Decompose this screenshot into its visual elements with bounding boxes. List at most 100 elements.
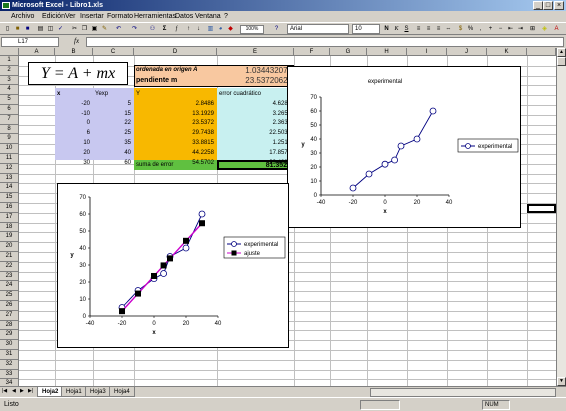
merge-center-icon[interactable]: ⇔ (444, 25, 453, 34)
row-header[interactable]: 1 (0, 56, 19, 66)
column-header[interactable]: G (330, 48, 367, 56)
column-header[interactable]: B (55, 48, 93, 56)
row-header[interactable]: 9 (0, 134, 19, 145)
table-cell[interactable]: 44.2258 (135, 149, 215, 158)
worksheet-grid[interactable]: A B C D E F G H I J K 1 2 3 4 5 6 7 8 9 10 11 12 13 1… (0, 48, 556, 386)
menu-datos[interactable]: Datos (175, 11, 193, 22)
font-select[interactable]: Arial (287, 24, 349, 34)
function-icon[interactable]: fx (74, 37, 79, 45)
formula-input[interactable] (86, 37, 564, 47)
prev-sheet-icon[interactable]: ◀ (12, 388, 16, 394)
row-header[interactable]: 33 (0, 369, 19, 380)
row-header[interactable]: 19 (0, 232, 19, 243)
table-header[interactable]: x (56, 90, 92, 99)
table-header[interactable]: error cuadrático (218, 90, 293, 99)
print-preview-icon[interactable]: ◫ (46, 25, 55, 34)
new-icon[interactable]: ▯ (3, 25, 12, 34)
menu-ver[interactable]: Ver (65, 11, 76, 22)
equation-box[interactable]: Y = A + mx (28, 62, 128, 85)
horizontal-scrollbar[interactable] (370, 388, 556, 397)
row-header[interactable]: 20 (0, 242, 19, 252)
last-sheet-icon[interactable]: ▶| (28, 388, 33, 394)
column-header[interactable]: H (367, 48, 407, 56)
column-header[interactable]: I (407, 48, 447, 56)
sort-desc-icon[interactable]: ↓ (194, 25, 203, 34)
name-box[interactable]: L17 (1, 37, 59, 47)
sort-asc-icon[interactable]: ↑ (184, 25, 193, 34)
table-cell[interactable]: 22.5036 (218, 129, 292, 138)
menu-edicion[interactable]: Edición (42, 11, 65, 22)
table-cell[interactable]: 0 (56, 119, 91, 128)
next-sheet-icon[interactable]: ▶ (20, 388, 24, 394)
column-header[interactable]: D (134, 48, 217, 56)
column-header[interactable]: C (93, 48, 134, 56)
table-cell[interactable]: 6 (56, 129, 91, 138)
font-color-icon[interactable]: A (552, 25, 561, 34)
table-cell[interactable]: 17.8578 (218, 149, 292, 158)
underline-icon[interactable]: S (402, 25, 411, 34)
tab-hoja4[interactable]: Hoja4 (109, 387, 135, 397)
table-cell[interactable]: 23.5372 (135, 119, 215, 128)
row-header[interactable]: 28 (0, 320, 19, 331)
save-icon[interactable]: ■ (23, 25, 32, 34)
chart-fit[interactable]: 0 10 20 30 40 50 60 70 -40 -20 0 20 40 x y experimental… (57, 183, 289, 348)
tab-hoja3[interactable]: Hoja3 (85, 387, 111, 397)
table-cell[interactable]: 13.1929 (135, 110, 215, 119)
borders-icon[interactable]: ⊞ (528, 25, 537, 34)
table-cell[interactable]: 35 (94, 139, 132, 148)
bold-icon[interactable]: N (382, 25, 391, 34)
percent-icon[interactable]: % (466, 25, 475, 34)
chart-experimental[interactable]: experimental 0 10 20 30 40 50 60 70 -40 -20 0 20 40 x y… (287, 66, 521, 228)
menu-formato[interactable]: Formato (107, 11, 133, 22)
table-cell[interactable]: 10 (56, 139, 91, 148)
help-icon[interactable]: ? (272, 25, 281, 34)
drawing-icon[interactable]: ◆ (226, 25, 235, 34)
table-cell[interactable]: 20 (56, 149, 91, 158)
increase-indent-icon[interactable]: ⇥ (516, 25, 525, 34)
row-header[interactable]: 15 (0, 193, 19, 203)
row-header[interactable]: 5 (0, 95, 19, 105)
chart-wizard-icon[interactable]: ▥ (206, 25, 215, 34)
slope-value[interactable]: 23.53720626 (217, 76, 293, 85)
row-header[interactable]: 16 (0, 203, 19, 213)
currency-icon[interactable]: $ (456, 25, 465, 34)
tab-hoja1[interactable]: Hoja1 (61, 387, 87, 397)
row-header[interactable]: 34 (0, 379, 19, 386)
select-all-corner[interactable] (0, 48, 19, 56)
cut-icon[interactable]: ✂ (70, 25, 79, 34)
table-cell[interactable]: 33.8815 (135, 139, 215, 148)
column-header[interactable] (527, 48, 556, 56)
hyperlink-icon[interactable]: ⚇ (148, 25, 157, 34)
row-header[interactable]: 6 (0, 105, 19, 115)
row-header[interactable]: 27 (0, 310, 19, 321)
scroll-up-icon[interactable]: ▲ (557, 48, 566, 57)
function-icon[interactable]: f (172, 25, 181, 34)
first-sheet-icon[interactable]: |◀ (2, 388, 7, 394)
row-header[interactable]: 2 (0, 65, 19, 76)
menu-archivo[interactable]: Archivo (11, 11, 34, 22)
row-header[interactable]: 29 (0, 330, 19, 341)
decrease-decimal-icon[interactable]: − (496, 25, 505, 34)
scroll-thumb[interactable] (557, 57, 566, 66)
row-header[interactable]: 22 (0, 261, 19, 272)
excel-app-icon[interactable] (2, 2, 10, 9)
table-header[interactable]: Yexp (94, 90, 133, 99)
table-cell[interactable]: -20 (56, 100, 91, 109)
row-header[interactable]: 11 (0, 154, 19, 164)
table-cell[interactable]: 22 (94, 119, 132, 128)
row-header[interactable]: 23 (0, 271, 19, 282)
scroll-down-icon[interactable]: ▼ (557, 377, 566, 386)
intercept-value[interactable]: 1.034432074 (217, 66, 293, 75)
table-cell[interactable]: 1.2510 (218, 139, 292, 148)
table-cell[interactable]: -10 (56, 110, 91, 119)
row-header[interactable]: 14 (0, 183, 19, 194)
font-size-select[interactable]: 10 (352, 24, 380, 34)
italic-icon[interactable]: K (392, 25, 401, 34)
align-left-icon[interactable]: ≡ (414, 25, 423, 34)
copy-icon[interactable]: ❐ (80, 25, 89, 34)
increase-decimal-icon[interactable]: + (486, 25, 495, 34)
row-header[interactable]: 32 (0, 359, 19, 370)
paste-icon[interactable]: ▣ (90, 25, 99, 34)
table-cell[interactable]: 29.7438 (135, 129, 215, 138)
menu-ventana[interactable]: Ventana (195, 11, 221, 22)
